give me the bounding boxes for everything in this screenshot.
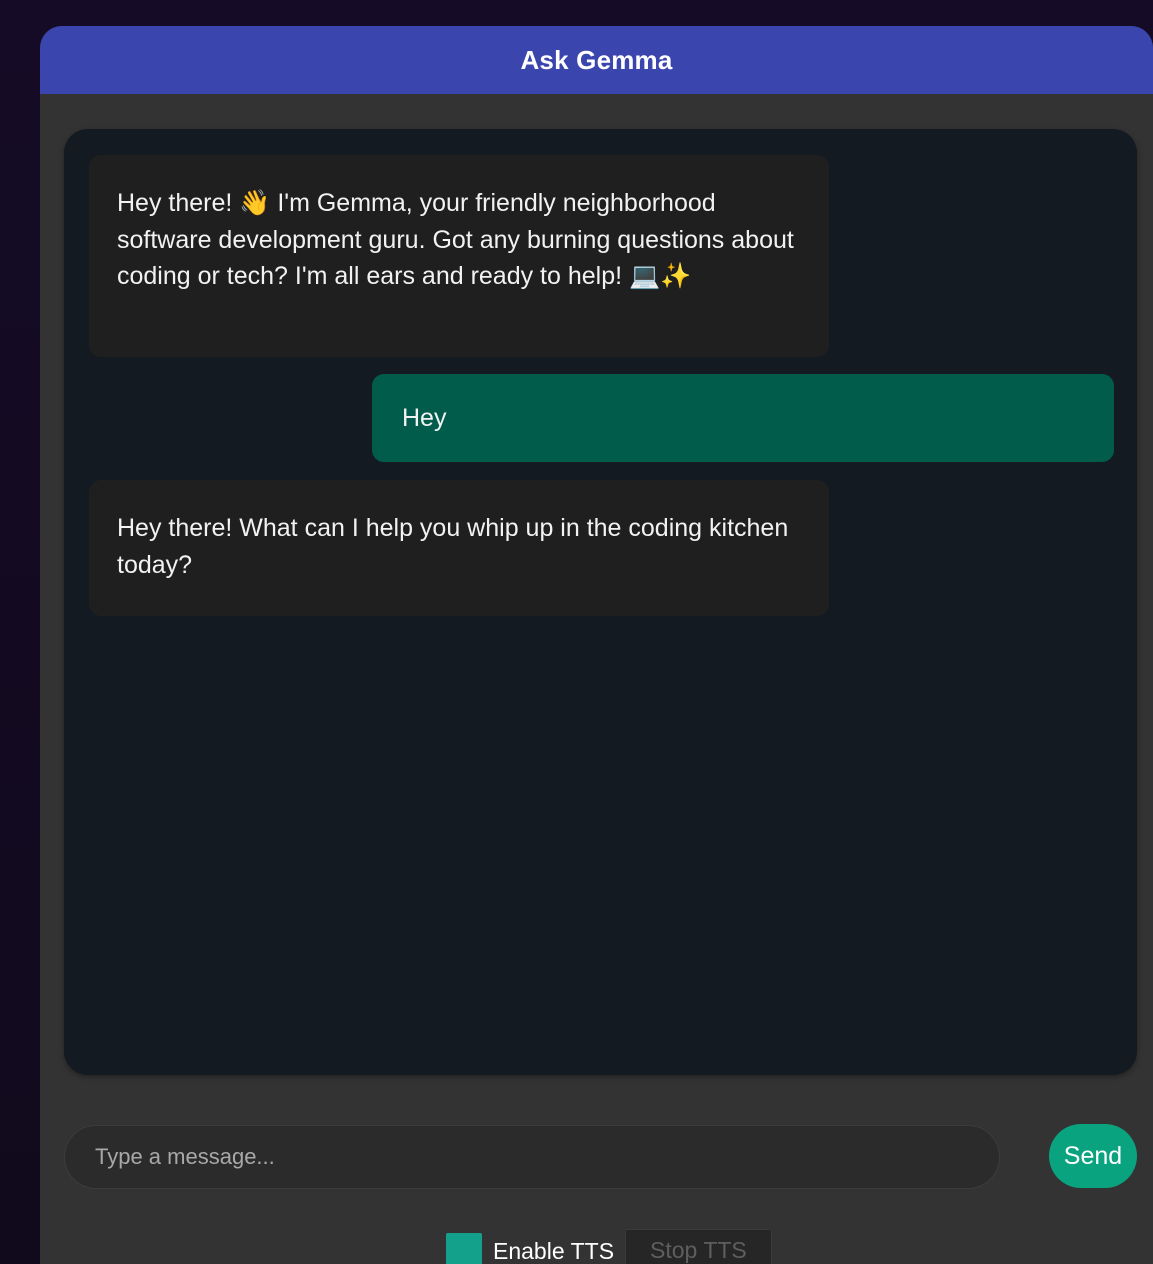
user-message-text: Hey (402, 404, 447, 432)
chat-window: Ask Gemma Hey there! 👋 I'm Gemma, your f… (40, 26, 1153, 1264)
stop-tts-button[interactable]: Stop TTS (625, 1229, 772, 1264)
user-message: Hey (372, 374, 1114, 462)
enable-tts-checkbox[interactable] (446, 1233, 482, 1264)
chat-header: Ask Gemma (40, 26, 1153, 94)
bot-message: Hey there! What can I help you whip up i… (89, 480, 829, 616)
message-list[interactable]: Hey there! 👋 I'm Gemma, your friendly ne… (64, 129, 1137, 1075)
bot-message-text: Hey there! What can I help you whip up i… (117, 514, 789, 579)
bot-message: Hey there! 👋 I'm Gemma, your friendly ne… (89, 155, 829, 357)
message-input[interactable] (93, 1143, 999, 1171)
chat-title: Ask Gemma (520, 44, 673, 75)
tts-controls: Enable TTS Stop TTS (446, 1229, 772, 1264)
enable-tts-label[interactable]: Enable TTS (493, 1238, 614, 1264)
send-button[interactable]: Send (1049, 1124, 1137, 1188)
bot-message-text: Hey there! 👋 I'm Gemma, your friendly ne… (117, 189, 794, 290)
message-input-container[interactable] (64, 1125, 1000, 1189)
